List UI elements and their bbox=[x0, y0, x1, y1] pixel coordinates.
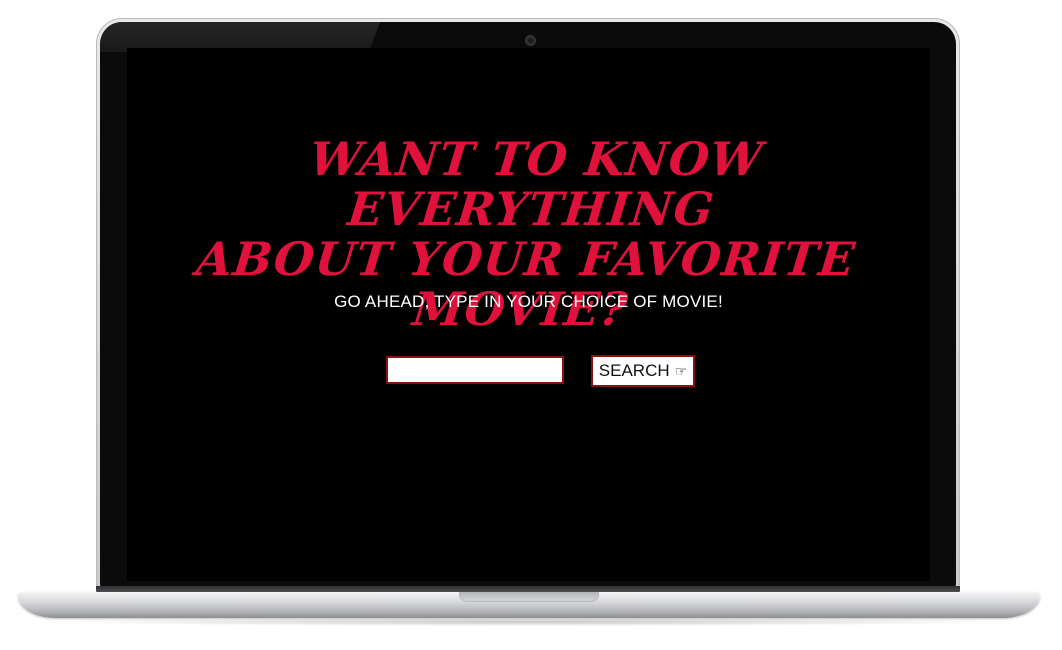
laptop-shadow bbox=[40, 618, 1022, 626]
headline-line-2: ABOUT YOUR FAVORITE MOVIE? bbox=[193, 232, 858, 336]
search-button-label: SEARCH bbox=[598, 361, 670, 380]
headline-line-1: WANT TO KNOW EVERYTHING bbox=[307, 132, 766, 236]
search-input[interactable] bbox=[386, 356, 564, 384]
search-button[interactable]: SEARCH ☞ bbox=[591, 355, 695, 387]
camera-icon bbox=[526, 36, 535, 45]
screen: WANT TO KNOW EVERYTHING ABOUT YOUR FAVOR… bbox=[127, 48, 930, 581]
laptop-frame: WANT TO KNOW EVERYTHING ABOUT YOUR FAVOR… bbox=[0, 0, 1062, 650]
pointing-hand-icon: ☞ bbox=[674, 363, 688, 379]
laptop-notch bbox=[459, 592, 599, 602]
subtitle: GO AHEAD, TYPE IN YOUR CHOICE OF MOVIE! bbox=[334, 292, 723, 311]
